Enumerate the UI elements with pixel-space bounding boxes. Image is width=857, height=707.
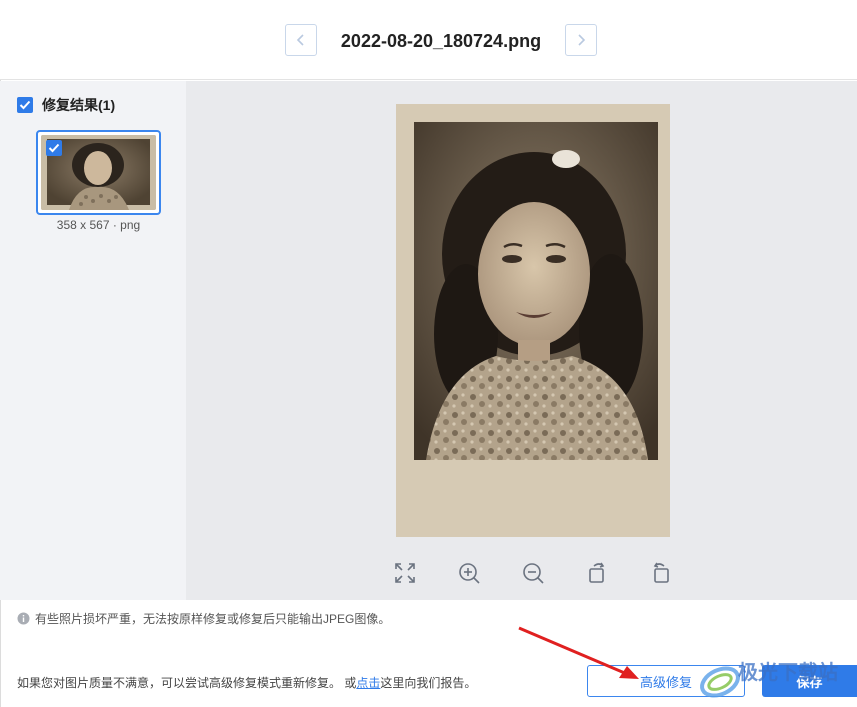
footer-hint: 如果您对图片质量不满意，可以尝试高级修复模式重新修复。 或点击这里向我们报告。 <box>17 674 476 691</box>
previous-image-button[interactable] <box>285 24 317 56</box>
select-all-checkbox[interactable] <box>17 97 33 113</box>
rotate-right-icon <box>653 562 669 583</box>
vintage-portrait-image <box>396 104 670 537</box>
report-link[interactable]: 点击 <box>356 676 380 690</box>
checkmark-icon <box>19 100 31 110</box>
results-header: 修复结果(1) <box>17 96 115 114</box>
next-image-button[interactable] <box>565 24 597 56</box>
viewer-toolbar <box>393 559 713 587</box>
thumbnail-image <box>41 135 156 210</box>
thumbnail-dimensions: 358 x 567 · png <box>56 218 141 232</box>
fit-screen-icon <box>395 563 415 583</box>
results-label: 修复结果(1) <box>42 97 116 113</box>
image-viewer <box>186 81 857 600</box>
file-name-title: 2022-08-20_180724.png <box>340 31 542 51</box>
notice-text: 有些照片损坏严重，无法按原样修复或修复后只能输出JPEG图像。 <box>35 611 391 626</box>
fit-screen-button[interactable] <box>393 559 457 587</box>
results-sidebar: 修复结果(1) 358 x 567 · png <box>0 81 186 600</box>
zoom-in-icon <box>459 563 480 584</box>
rotate-left-button[interactable] <box>585 559 649 587</box>
header: 2022-08-20_180724.png <box>0 0 857 80</box>
zoom-out-icon <box>523 563 544 584</box>
restored-photo <box>396 104 670 537</box>
checkmark-icon <box>48 143 60 153</box>
zoom-in-button[interactable] <box>457 559 521 587</box>
thumbnail-checkbox[interactable] <box>46 140 62 156</box>
rotate-right-button[interactable] <box>649 559 713 587</box>
footer-text-before: 如果您对图片质量不满意，可以尝试高级修复模式重新修复。 或 <box>17 676 357 690</box>
advanced-repair-button[interactable]: 高级修复 <box>587 665 745 697</box>
damage-notice: 有些照片损坏严重，无法按原样修复或修复后只能输出JPEG图像。 <box>17 610 390 626</box>
rotate-left-icon <box>589 562 605 583</box>
zoom-out-button[interactable] <box>521 559 585 587</box>
footer-text-after: 这里向我们报告。 <box>380 676 477 690</box>
result-thumbnail[interactable] <box>36 130 161 215</box>
info-icon <box>17 612 30 624</box>
chevron-right-icon <box>578 34 586 46</box>
save-button[interactable]: 保存 <box>762 665 857 697</box>
chevron-left-icon <box>296 34 304 46</box>
